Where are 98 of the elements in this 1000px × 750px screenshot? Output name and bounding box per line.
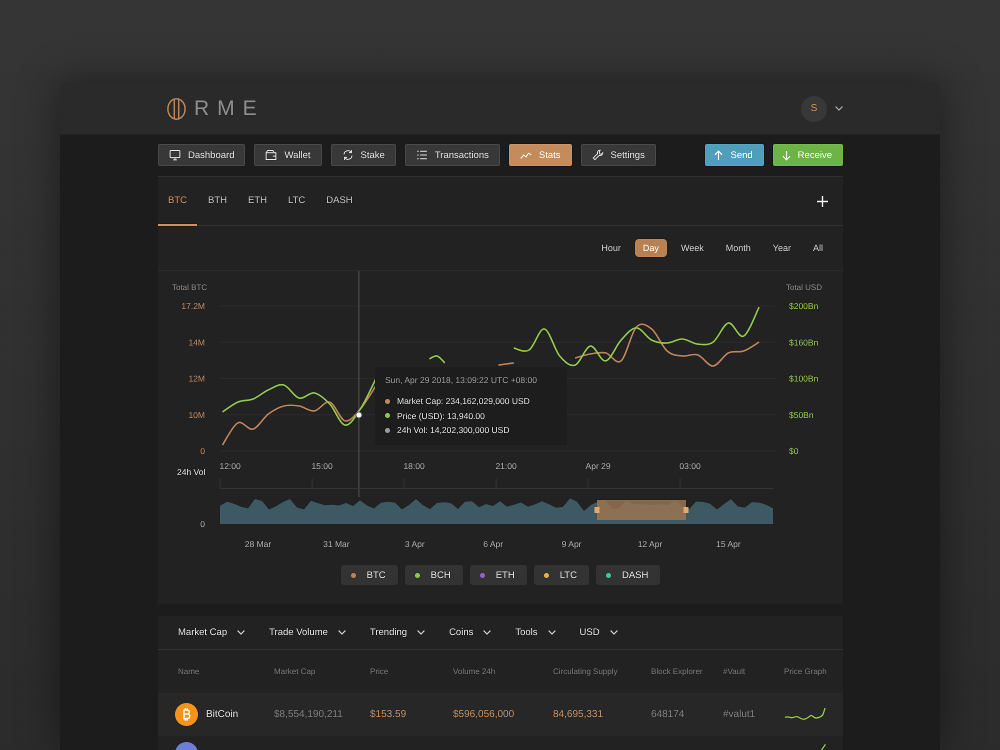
range-tab[interactable]: All — [804, 239, 831, 257]
legend-button[interactable]: BTC — [340, 565, 398, 585]
tooltip-text: 24h Vol: 14,202,300,000 USD — [397, 425, 510, 436]
axis-label: Apr 29 — [586, 461, 611, 471]
axis-label: 15 Apr — [716, 539, 741, 549]
plus-icon[interactable] — [817, 196, 828, 206]
coin-tab[interactable]: LTC — [278, 177, 316, 226]
refresh-icon — [342, 149, 354, 161]
wallet-icon — [265, 149, 278, 161]
coin-icon — [175, 742, 198, 750]
column-header: Price Graph — [784, 667, 828, 676]
avatar-button[interactable]: S — [801, 96, 827, 122]
axis-label: $50Bn — [789, 410, 814, 420]
nav-button[interactable]: Wallet — [254, 144, 322, 166]
axis-label: 12:00 — [219, 461, 241, 471]
filter-dropdown[interactable]: Trade Volume — [269, 627, 346, 638]
legend-button[interactable]: LTC — [534, 565, 589, 585]
column-header: Block Explorer — [651, 667, 704, 676]
axis-label: 31 Mar — [323, 539, 350, 549]
range-tab[interactable]: Year — [764, 239, 799, 257]
column-header: Name — [177, 667, 200, 676]
axis-label: 0 — [200, 519, 205, 529]
filter-dropdown[interactable]: Market Cap — [178, 627, 246, 638]
arrow-up-icon — [713, 150, 724, 160]
table-cell-text: $8,554,190,211 — [274, 709, 344, 720]
axis-label: $0 — [789, 446, 798, 456]
chevron-down-icon — [338, 630, 346, 635]
table-cell-text: $596,056,000 — [453, 709, 516, 720]
axis-title: Total USD — [786, 283, 822, 292]
axis-label: $200Bn — [789, 301, 818, 311]
axis-label: 15:00 — [311, 461, 333, 471]
table-cell: BitCoin — [206, 709, 238, 720]
range-tab[interactable]: Week — [672, 239, 712, 257]
coin-tab[interactable]: ETH — [238, 177, 277, 226]
chevron-down-icon — [237, 630, 246, 635]
axis-label: 14M — [188, 337, 205, 348]
coin-tab[interactable]: BTH — [198, 177, 237, 226]
logo-text: RME — [194, 98, 265, 119]
filter-dropdown[interactable]: USD — [580, 627, 618, 638]
axis-label: $160Bn — [789, 337, 818, 348]
nav-button[interactable]: Dashboard — [158, 144, 246, 166]
table-cell-text: 84,695,331 — [553, 709, 604, 720]
filter-dropdown[interactable]: Trending — [370, 627, 426, 638]
axis-label: $100Bn — [789, 374, 818, 384]
nav-button[interactable]: Stake — [330, 144, 396, 166]
tooltip-text: Market Cap: 234,162,029,000 USD — [397, 396, 530, 406]
column-header: Volume 24h — [453, 667, 496, 676]
axis-label: 28 Mar — [244, 539, 272, 549]
axis-label: 0 — [200, 446, 205, 456]
chevron-down-icon — [548, 630, 556, 635]
axis-label: 12 Apr — [638, 539, 662, 549]
wrench-icon — [592, 149, 604, 161]
logo-icon — [167, 98, 186, 120]
table-cell-text: $153.59 — [370, 709, 408, 720]
tooltip-text: Price (USD): 13,940.00 — [397, 410, 485, 421]
coin-tab[interactable]: DASH — [316, 177, 363, 226]
brush-handle[interactable] — [684, 507, 688, 513]
column-header: Circulating Supply — [553, 667, 618, 676]
axis-label: 3 Apr — [404, 539, 425, 549]
price-sparkline — [784, 707, 826, 722]
list-icon — [416, 149, 428, 161]
chevron-down-icon[interactable] — [835, 106, 843, 111]
monitor-icon — [169, 149, 181, 161]
chevron-down-icon — [610, 630, 618, 635]
axis-title: 24h Vol — [177, 467, 206, 477]
column-header: Price — [370, 667, 390, 676]
chevron-down-icon — [483, 630, 492, 635]
column-header: Market Cap — [274, 667, 316, 676]
axis-label: 21:00 — [495, 461, 517, 471]
coin-tab[interactable]: BTC — [158, 177, 197, 226]
coin-icon — [175, 703, 198, 726]
axis-label: 03:00 — [679, 461, 701, 471]
legend-button[interactable]: DASH — [596, 565, 660, 585]
range-tab[interactable]: Month — [718, 239, 759, 257]
axis-label: 6 Apr — [483, 539, 504, 549]
filter-dropdown[interactable]: Coins — [449, 627, 492, 638]
nav-button[interactable]: Transactions — [404, 144, 500, 166]
arrow-down-icon — [780, 150, 792, 160]
table-cell-text: #valut1 — [723, 709, 756, 720]
axis-label: 18:00 — [403, 461, 425, 471]
range-window[interactable] — [597, 500, 686, 520]
axis-title: Total BTC — [172, 283, 208, 292]
axis-label: 12M — [188, 374, 205, 384]
legend-button[interactable]: BCH — [404, 565, 463, 585]
chevron-down-icon — [417, 630, 426, 635]
axis-label: 10M — [188, 410, 205, 420]
table-cell-text: 648174 — [651, 709, 686, 720]
legend-button[interactable]: ETH — [470, 565, 527, 585]
column-header: #Vault — [723, 667, 746, 676]
brush-handle[interactable] — [594, 507, 600, 513]
hover-point — [355, 412, 362, 418]
range-tab[interactable]: Hour — [593, 239, 629, 257]
filter-dropdown[interactable]: Tools — [515, 627, 556, 638]
tooltip-title: Sun, Apr 29 2018, 13:09:22 UTC +08:00 — [385, 375, 538, 385]
axis-label: 17.2M — [181, 301, 205, 311]
axis-label: 9 Apr — [562, 539, 582, 549]
price-sparkline — [821, 744, 826, 750]
nav-button[interactable]: Settings — [580, 144, 656, 166]
